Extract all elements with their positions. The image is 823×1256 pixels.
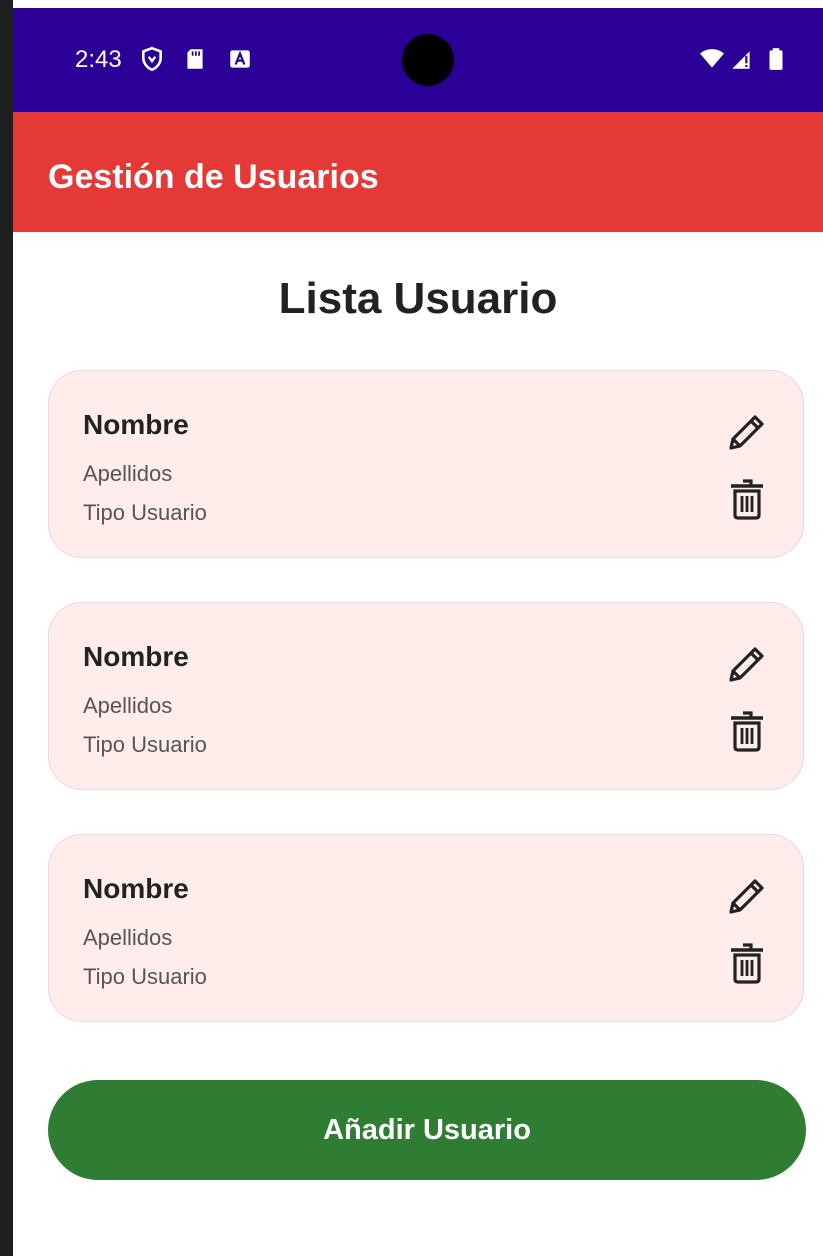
- frame-top-border: [0, 0, 823, 8]
- user-card: Nombre Apellidos Tipo Usuario: [48, 370, 804, 558]
- pencil-icon[interactable]: [723, 640, 771, 688]
- user-name: Nombre: [83, 409, 189, 440]
- battery-icon: [769, 48, 783, 70]
- user-surname: Apellidos: [83, 693, 173, 718]
- sd-card-icon: [187, 49, 203, 69]
- trash-icon[interactable]: [723, 707, 771, 755]
- user-name: Nombre: [83, 641, 189, 672]
- signal-icon: [732, 51, 750, 69]
- wifi-icon: [700, 49, 724, 68]
- user-surname: Apellidos: [83, 925, 173, 950]
- user-type: Tipo Usuario: [83, 732, 207, 757]
- camera-cutout: [402, 34, 454, 86]
- user-card: Nombre Apellidos Tipo Usuario: [48, 602, 804, 790]
- user-type: Tipo Usuario: [83, 964, 207, 989]
- trash-icon[interactable]: [723, 475, 771, 523]
- user-name: Nombre: [83, 873, 189, 904]
- app-bar: Gestión de Usuarios: [13, 112, 823, 232]
- pencil-icon[interactable]: [723, 872, 771, 920]
- user-surname: Apellidos: [83, 461, 173, 486]
- add-user-button-label: Añadir Usuario: [323, 1113, 531, 1146]
- page-title: Lista Usuario: [278, 274, 558, 323]
- device-frame: 2:43 Gestión de Usuarios Lista Usuario N…: [0, 0, 823, 1256]
- frame-left-edge: [0, 0, 13, 1256]
- phone-screen: 2:43 Gestión de Usuarios Lista Usuario N…: [13, 8, 823, 1256]
- pencil-icon[interactable]: [723, 408, 771, 456]
- status-time: 2:43: [75, 46, 122, 73]
- add-user-button[interactable]: Añadir Usuario: [48, 1080, 806, 1180]
- user-type: Tipo Usuario: [83, 500, 207, 525]
- user-card: Nombre Apellidos Tipo Usuario: [48, 834, 804, 1022]
- app-title: Gestión de Usuarios: [48, 158, 379, 196]
- trash-icon[interactable]: [723, 939, 771, 987]
- keyboard-a-icon: [230, 50, 250, 68]
- shield-icon: [142, 46, 162, 72]
